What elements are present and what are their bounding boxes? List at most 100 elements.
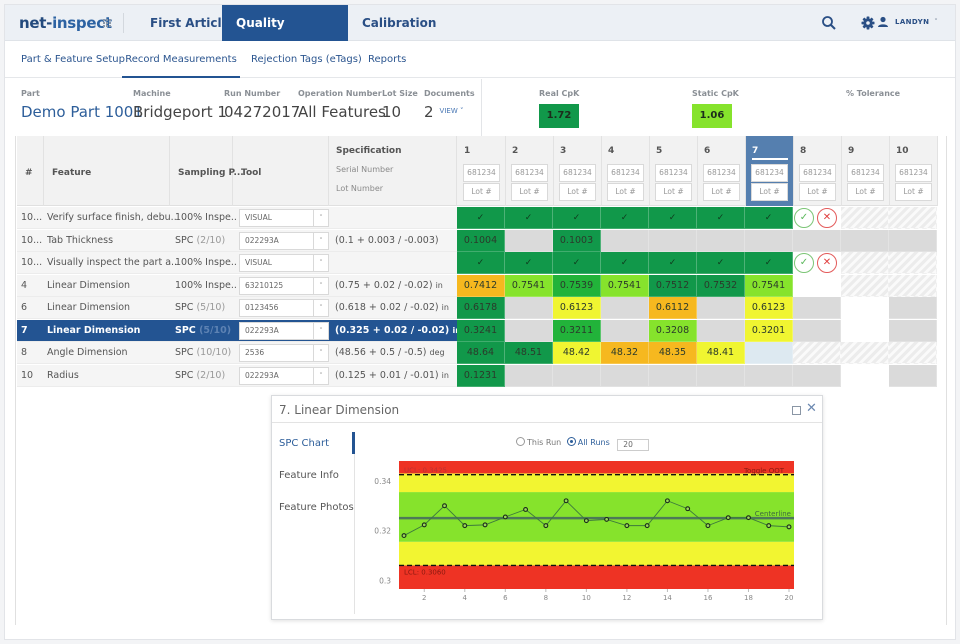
measurement-cell[interactable] <box>505 229 553 252</box>
measurement-cell[interactable] <box>505 297 553 319</box>
table-row[interactable]: 10... Visually inspect the part a... 100% … <box>17 252 457 274</box>
side-tab-spc-chart[interactable]: SPC Chart <box>279 438 329 449</box>
data-point-6[interactable] <box>502 514 508 520</box>
measurement-cell[interactable] <box>505 364 553 387</box>
data-point-2[interactable] <box>421 522 427 528</box>
serial-number-input[interactable]: 681234 <box>463 164 500 182</box>
measurement-cell[interactable]: 48.35 <box>649 342 697 364</box>
measurement-cell[interactable] <box>889 297 937 319</box>
measurement-cell[interactable]: 0.7541 <box>505 274 553 297</box>
measurement-cell[interactable] <box>601 319 649 342</box>
subtab-rejection-tags[interactable]: Rejection Tags (eTags) <box>250 42 363 78</box>
lot-number-input[interactable]: Lot # <box>847 183 884 201</box>
user-icon[interactable] <box>877 16 889 28</box>
measurement-cell[interactable] <box>889 229 937 252</box>
tab-calibration[interactable]: Calibration <box>348 5 450 41</box>
data-point-4[interactable] <box>462 523 468 529</box>
serial-number-input[interactable]: 681234 <box>799 164 836 182</box>
measurement-cell[interactable]: 48.51 <box>505 342 553 364</box>
pass-button[interactable]: ✓ <box>794 253 814 273</box>
measurement-cell[interactable] <box>601 229 649 252</box>
radio-all-runs[interactable]: All Runs <box>566 437 610 447</box>
measurement-cell[interactable]: 0.3241 <box>457 319 505 342</box>
search-icon[interactable] <box>821 15 837 31</box>
measurement-cell[interactable]: 0.3201 <box>745 319 793 342</box>
measurement-cell[interactable]: ✓ <box>505 252 553 274</box>
close-icon[interactable]: ✕ <box>806 401 817 416</box>
data-point-17[interactable] <box>725 515 731 521</box>
data-point-16[interactable] <box>705 523 711 529</box>
measurement-cell[interactable] <box>841 229 889 252</box>
table-row[interactable]: 4 Linear Dimension 100% Inspe... 63210125 ˅… <box>17 274 457 297</box>
gear-icon[interactable] <box>860 15 876 31</box>
sample-column-5[interactable]: 5 681234 Lot # <box>650 136 698 206</box>
tool-select[interactable]: VISUAL ˅ <box>239 254 329 272</box>
measurement-cell[interactable] <box>649 229 697 252</box>
toggle-oot-link[interactable]: Toggle OOT <box>743 467 785 475</box>
serial-number-input[interactable]: 681234 <box>607 164 644 182</box>
lot-number-input[interactable]: Lot # <box>895 183 932 201</box>
measurement-cell[interactable]: 48.42 <box>553 342 601 364</box>
user-menu[interactable]: LANDYN ˅ <box>895 18 938 26</box>
maximize-icon[interactable] <box>792 406 801 415</box>
lot-number-input[interactable]: Lot # <box>703 183 740 201</box>
data-point-19[interactable] <box>766 523 772 529</box>
side-tab-feature-info[interactable]: Feature Info <box>279 470 339 481</box>
measurement-cell[interactable]: ✓ <box>697 252 745 274</box>
serial-number-input[interactable]: 681234 <box>751 164 788 182</box>
measurement-cell[interactable] <box>697 229 745 252</box>
part-name[interactable]: Demo Part 1001 <box>21 103 143 121</box>
subtab-part-feature-setup[interactable]: Part & Feature Setup <box>20 42 126 78</box>
measurement-cell[interactable] <box>841 319 889 342</box>
logo[interactable]: net-inspect <box>19 14 112 32</box>
measurement-cell[interactable] <box>889 364 937 387</box>
serial-number-input[interactable]: 681234 <box>655 164 692 182</box>
sample-column-7[interactable]: 7 681234 Lot # <box>746 136 794 206</box>
measurement-cell[interactable] <box>745 364 793 387</box>
measurement-cell[interactable] <box>505 319 553 342</box>
measurement-cell[interactable] <box>553 364 601 387</box>
measurement-cell[interactable]: ✓ <box>649 207 697 229</box>
measurement-cell[interactable] <box>697 364 745 387</box>
table-row[interactable]: 6 Linear Dimension SPC (5/10) 0123456 ˅ (0.61… <box>17 297 457 319</box>
fail-button[interactable]: ✕ <box>817 253 837 273</box>
measurement-cell[interactable]: ✓ <box>505 207 553 229</box>
header-sampling[interactable]: Sampling P... <box>170 136 244 206</box>
lot-number-input[interactable]: Lot # <box>751 183 788 201</box>
data-point-3[interactable] <box>442 503 447 509</box>
subtab-record-measurements[interactable]: Record Measurements <box>122 42 240 78</box>
measurement-cell[interactable] <box>649 364 697 387</box>
measurement-cell[interactable]: 0.6123 <box>553 297 601 319</box>
measurement-cell[interactable] <box>841 297 889 319</box>
measurement-cell[interactable]: 0.7541 <box>745 274 793 297</box>
measurement-cell[interactable]: 48.64 <box>457 342 505 364</box>
table-row[interactable]: 8 Angle Dimension SPC (10/10) 2536 ˅ (48.56 +… <box>17 342 457 364</box>
lot-number-input[interactable]: Lot # <box>511 183 548 201</box>
serial-number-input[interactable]: 681234 <box>895 164 932 182</box>
measurement-cell[interactable]: 0.7532 <box>697 274 745 297</box>
grid-icon[interactable] <box>103 19 111 27</box>
lot-number-input[interactable]: Lot # <box>559 183 596 201</box>
runs-count-input[interactable]: 20 <box>617 439 650 451</box>
serial-number-input[interactable]: 681234 <box>847 164 884 182</box>
measurement-cell[interactable] <box>793 229 841 252</box>
sample-column-6[interactable]: 6 681234 Lot # <box>698 136 746 206</box>
table-row[interactable]: 7 Linear Dimension SPC (5/10) 022293A ˅ (0.32… <box>17 319 459 342</box>
measurement-cell[interactable] <box>697 319 745 342</box>
measurement-cell[interactable] <box>601 364 649 387</box>
tool-select[interactable]: VISUAL ˅ <box>239 209 329 227</box>
measurement-cell[interactable] <box>745 229 793 252</box>
lot-number-input[interactable]: Lot # <box>655 183 692 201</box>
tab-quality-management[interactable]: Quality Management <box>222 5 348 66</box>
measurement-cell[interactable]: 0.7541 <box>601 274 649 297</box>
sample-column-4[interactable]: 4 681234 Lot # <box>602 136 650 206</box>
measurement-cell[interactable]: ✓ <box>745 207 793 229</box>
measurement-cell[interactable] <box>793 274 841 297</box>
sample-column-9[interactable]: 9 681234 Lot # <box>842 136 890 206</box>
data-point-8[interactable] <box>543 523 549 529</box>
data-point-9[interactable] <box>563 498 569 504</box>
measurement-cell[interactable]: ✓ <box>649 252 697 274</box>
data-point-14[interactable] <box>664 498 670 504</box>
measurement-cell[interactable] <box>793 319 841 342</box>
measurement-cell[interactable] <box>745 342 793 364</box>
